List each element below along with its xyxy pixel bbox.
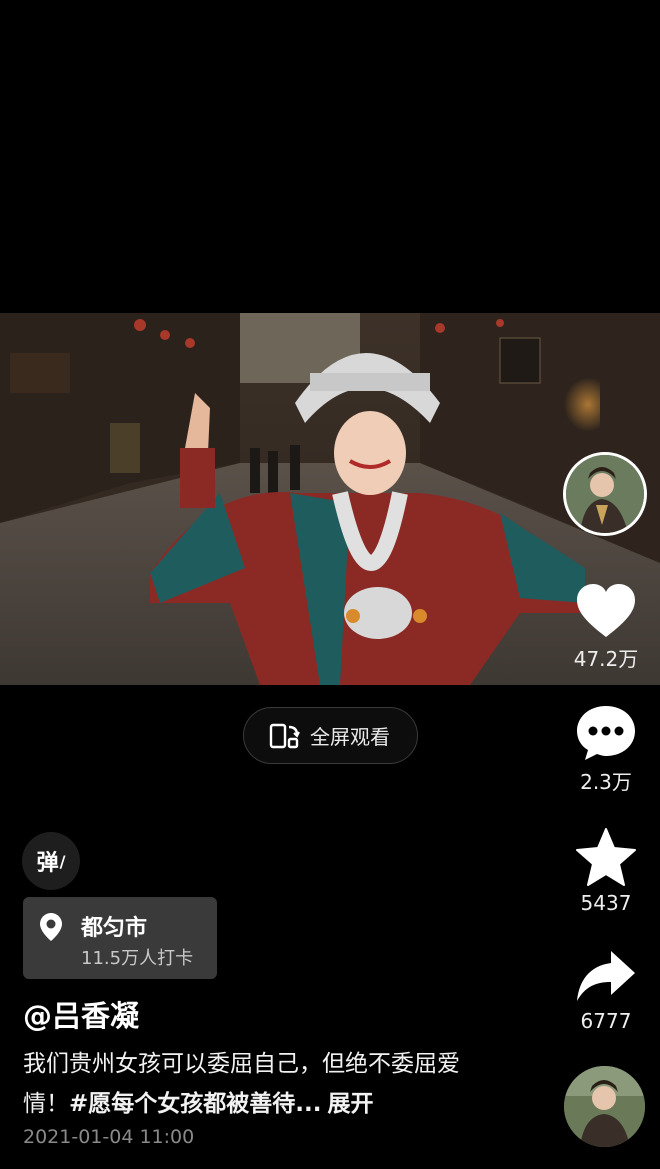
post-caption: 我们贵州女孩可以委屈自己，但绝不委屈爱情！#愿每个女孩都被善待... 展开 (23, 1044, 493, 1124)
fullscreen-button[interactable]: 全屏观看 (243, 707, 418, 764)
comment-count: 2.3万 (580, 770, 632, 794)
location-checkins: 11.5万人打卡 (81, 948, 194, 969)
like-button[interactable]: 47.2万 (566, 583, 646, 672)
video-frame-image (0, 313, 660, 685)
author-name[interactable]: @吕香凝 (23, 993, 139, 1035)
star-icon (576, 828, 636, 886)
share-count: 6777 (580, 1009, 632, 1033)
comment-bubble-icon (577, 706, 635, 760)
like-count: 47.2万 (573, 647, 639, 671)
danmaku-slash-icon: / (59, 851, 66, 871)
fullscreen-label: 全屏观看 (310, 725, 390, 749)
location-name: 都匀市 (81, 916, 148, 941)
avatar-image (566, 455, 644, 533)
heart-icon (577, 584, 635, 637)
expand-caption-button[interactable]: 展开 (327, 1091, 373, 1117)
music-avatar-image (564, 1066, 645, 1147)
author-avatar[interactable] (563, 452, 647, 536)
favorite-button[interactable]: 5437 (566, 827, 646, 915)
location-card[interactable]: 都匀市 11.5万人打卡 (23, 897, 217, 979)
music-disc-avatar[interactable] (564, 1066, 645, 1147)
share-arrow-icon (577, 951, 635, 1001)
location-pin-icon (40, 913, 62, 941)
fullscreen-rotate-icon (269, 723, 300, 748)
comment-button[interactable]: 2.3万 (566, 704, 646, 795)
post-date: 2021-01-04 11:00 (23, 1126, 195, 1148)
favorite-count: 5437 (580, 891, 632, 915)
share-button[interactable]: 6777 (566, 949, 646, 1033)
danmaku-label: 弹 (36, 851, 59, 876)
hashtag-link[interactable]: #愿每个女孩都被善待... (69, 1091, 321, 1117)
video-player[interactable] (0, 313, 660, 685)
danmaku-toggle-button[interactable]: 弹 / (22, 832, 80, 890)
